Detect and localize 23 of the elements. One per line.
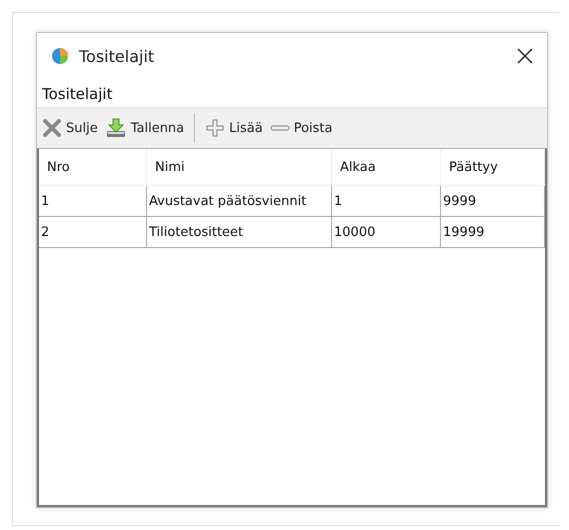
column-header[interactable]: Päättyy bbox=[440, 149, 544, 186]
cross-icon bbox=[42, 118, 62, 138]
table-cell: 1 bbox=[39, 186, 146, 216]
table-cell: Avustavat päätösviennit bbox=[146, 186, 332, 216]
column-header[interactable]: Nimi bbox=[146, 149, 332, 186]
close-icon[interactable] bbox=[517, 48, 533, 64]
table-cell: 10000 bbox=[332, 216, 440, 248]
remove-button[interactable]: Poista bbox=[268, 118, 334, 138]
table-cell: 19999 bbox=[440, 216, 544, 248]
window-title: Tositelajit bbox=[79, 46, 154, 66]
section-heading: Tositelajit bbox=[41, 84, 114, 105]
minus-icon bbox=[270, 125, 290, 131]
save-button[interactable]: Tallenna bbox=[102, 115, 186, 141]
table-cell: 2 bbox=[39, 216, 146, 248]
plus-icon bbox=[205, 118, 226, 138]
column-header[interactable]: Nro bbox=[39, 149, 146, 186]
download-icon bbox=[104, 117, 127, 139]
table-cell: 9999 bbox=[440, 186, 544, 216]
close-button[interactable]: Sulje bbox=[40, 116, 100, 140]
add-button[interactable]: Lisää bbox=[203, 116, 265, 140]
column-header[interactable]: Alkaa bbox=[332, 149, 440, 186]
table-cell: Tiliotetositteet bbox=[146, 216, 332, 248]
table-cell: 1 bbox=[332, 186, 440, 216]
